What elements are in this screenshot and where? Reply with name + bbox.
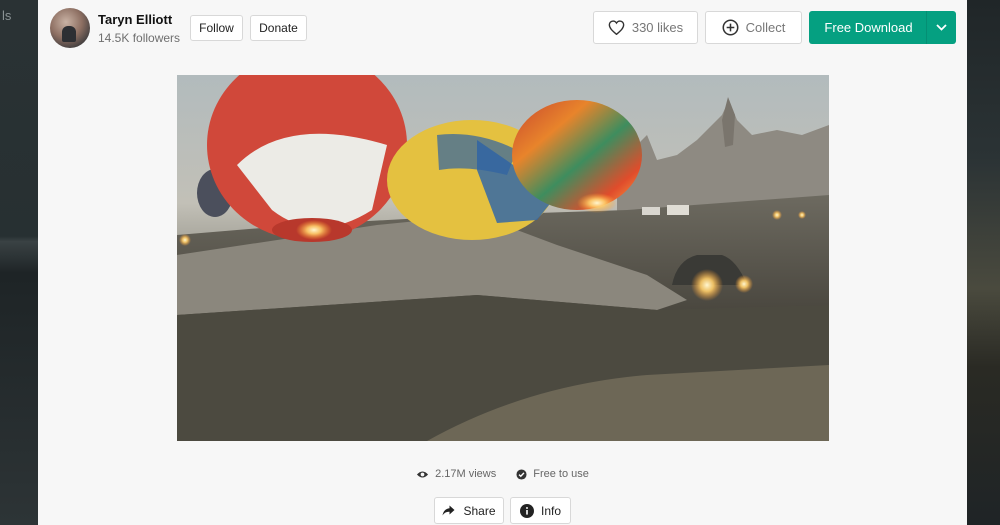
info-label: Info bbox=[540, 503, 561, 518]
author-name[interactable]: Taryn Elliott bbox=[98, 12, 172, 27]
photo-meta: 2.17M views Free to use bbox=[38, 468, 967, 480]
backdrop-right bbox=[967, 0, 1000, 525]
info-button[interactable]: Info bbox=[510, 497, 571, 524]
backdrop-text: ls bbox=[2, 8, 12, 23]
like-button[interactable]: 330 likes bbox=[593, 11, 698, 44]
license-info[interactable]: Free to use bbox=[516, 468, 589, 480]
chevron-down-icon bbox=[936, 24, 947, 31]
collect-button[interactable]: Collect bbox=[705, 11, 802, 44]
backdrop-left: ls bbox=[0, 0, 38, 525]
photo-modal: Taryn Elliott 14.5K followers Follow Don… bbox=[38, 0, 967, 525]
free-download-button[interactable]: Free Download bbox=[809, 11, 956, 44]
collect-label: Collect bbox=[745, 20, 786, 35]
share-arrow-icon bbox=[442, 505, 455, 516]
author-followers: 14.5K followers bbox=[98, 31, 181, 45]
views-info: 2.17M views bbox=[416, 468, 496, 480]
license-text: Free to use bbox=[533, 468, 589, 480]
info-icon bbox=[519, 503, 534, 518]
plus-circle-icon bbox=[722, 19, 739, 36]
views-count: 2.17M views bbox=[435, 468, 497, 480]
eye-icon bbox=[416, 470, 429, 479]
donate-button[interactable]: Donate bbox=[250, 15, 307, 41]
download-label[interactable]: Free Download bbox=[809, 11, 926, 44]
share-label: Share bbox=[463, 503, 496, 518]
likes-count: 330 likes bbox=[631, 20, 684, 35]
author-avatar[interactable] bbox=[50, 8, 90, 48]
heart-icon bbox=[608, 20, 625, 35]
follow-button[interactable]: Follow bbox=[190, 15, 243, 41]
download-options-button[interactable] bbox=[926, 11, 956, 44]
check-circle-icon bbox=[516, 468, 527, 480]
main-photo[interactable] bbox=[177, 75, 829, 441]
share-button[interactable]: Share bbox=[434, 497, 504, 524]
